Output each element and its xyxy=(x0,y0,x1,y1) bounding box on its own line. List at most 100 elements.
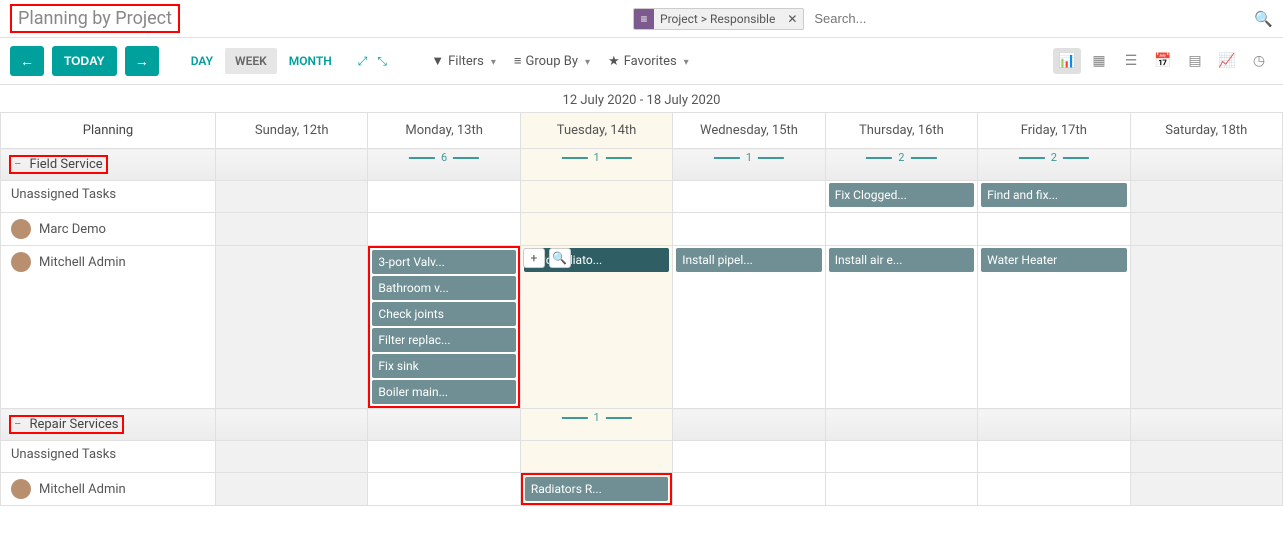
resource-row: Unassigned Tasks xyxy=(1,441,1283,473)
filters-dropdown[interactable]: ▼ Filters xyxy=(431,53,496,69)
gantt-cell[interactable] xyxy=(1130,246,1282,409)
gantt-cell[interactable] xyxy=(673,213,825,246)
row-label[interactable]: Unassigned Tasks xyxy=(1,441,215,468)
collapse-icon[interactable]: ⤡ xyxy=(377,54,387,69)
task-pill[interactable]: Install air e... xyxy=(829,248,974,272)
scale-group: DAY WEEK MONTH xyxy=(181,48,342,74)
view-kanban-icon[interactable]: ▦ xyxy=(1085,48,1113,74)
gantt-cell[interactable] xyxy=(520,213,672,246)
gantt-cell[interactable] xyxy=(520,181,672,213)
gantt-cell[interactable] xyxy=(978,473,1130,506)
day-header: Saturday, 18th xyxy=(1130,113,1282,149)
task-pill[interactable]: Boiler main... xyxy=(372,380,515,404)
avatar xyxy=(11,219,31,239)
gantt-cell[interactable] xyxy=(673,473,825,506)
scale-week[interactable]: WEEK xyxy=(225,48,277,74)
gantt-cell[interactable] xyxy=(368,473,520,506)
gantt-cell[interactable]: Fix Clogged... xyxy=(825,181,977,213)
view-graph-icon[interactable]: 📈 xyxy=(1213,48,1241,74)
facet-text: Project > Responsible xyxy=(654,10,781,28)
add-icon[interactable]: + xyxy=(523,248,545,268)
view-activity-icon[interactable]: ◷ xyxy=(1245,48,1273,74)
count-marker: 1 xyxy=(561,151,631,164)
group-row[interactable]: Field Service61122 xyxy=(1,149,1283,181)
gantt-cell[interactable] xyxy=(216,473,368,506)
group-row[interactable]: Repair Services1 xyxy=(1,409,1283,441)
close-icon[interactable]: ✕ xyxy=(781,12,803,26)
favorites-dropdown[interactable]: ★ Favorites xyxy=(608,53,689,69)
row-label[interactable]: Mitchell Admin xyxy=(1,246,215,278)
search-icon[interactable]: 🔍 xyxy=(1254,10,1273,28)
gantt-cell[interactable] xyxy=(1130,441,1282,473)
day-header: Thursday, 16th xyxy=(825,113,977,149)
day-header: Wednesday, 15th xyxy=(673,113,825,149)
task-pill[interactable]: Water Heater xyxy=(981,248,1126,272)
top-bar: Planning by Project ≡ Project > Responsi… xyxy=(0,0,1283,38)
task-pill[interactable]: Install pipel... xyxy=(676,248,821,272)
scale-month[interactable]: MONTH xyxy=(279,48,342,74)
gantt-cell[interactable] xyxy=(825,441,977,473)
mid-tools: ▼ Filters ≡ Group By ★ Favorites xyxy=(431,53,688,69)
task-pill[interactable]: 3-port Valv... xyxy=(372,250,515,274)
gantt-grid: 12 July 2020 - 18 July 2020 PlanningSund… xyxy=(0,85,1283,506)
gantt-cell[interactable] xyxy=(368,213,520,246)
resource-row: Unassigned Tasks Fix Clogged... Find and f… xyxy=(1,181,1283,213)
gantt-cell[interactable]: Install pipel... xyxy=(673,246,825,409)
view-list-icon[interactable]: ☰ xyxy=(1117,48,1145,74)
task-pill[interactable]: Fix sink xyxy=(372,354,515,378)
gantt-cell[interactable] xyxy=(368,441,520,473)
gantt-cell[interactable] xyxy=(825,473,977,506)
view-pivot-icon[interactable]: ▤ xyxy=(1181,48,1209,74)
gantt-cell[interactable] xyxy=(1130,473,1282,506)
gantt-cell[interactable] xyxy=(216,213,368,246)
view-gantt-icon[interactable]: 📊 xyxy=(1053,48,1081,74)
gantt-cell[interactable]: Install air e... xyxy=(825,246,977,409)
task-pill[interactable]: Find and fix... xyxy=(981,183,1126,207)
task-pill[interactable]: Fix Clogged... xyxy=(829,183,974,207)
search-area: ≡ Project > Responsible ✕ 🔍 xyxy=(633,7,1273,30)
row-label[interactable]: Unassigned Tasks xyxy=(1,181,215,208)
gantt-cell[interactable] xyxy=(216,441,368,473)
gantt-cell[interactable] xyxy=(1130,181,1282,213)
gantt-cell[interactable]: +🔍Two radiato... xyxy=(520,246,672,409)
day-header: Monday, 13th xyxy=(368,113,520,149)
gantt-cell[interactable] xyxy=(520,441,672,473)
gantt-cell[interactable] xyxy=(978,441,1130,473)
task-pill[interactable]: Check joints xyxy=(372,302,515,326)
task-pill[interactable]: Filter replac... xyxy=(372,328,515,352)
count-marker: 6 xyxy=(409,151,479,164)
gantt-cell[interactable]: 3-port Valv...Bathroom v...Check jointsF… xyxy=(368,246,520,409)
gantt-cell[interactable] xyxy=(978,213,1130,246)
prev-button[interactable]: ← xyxy=(10,46,44,76)
search-input[interactable] xyxy=(810,7,1248,30)
count-marker: 2 xyxy=(1019,151,1089,164)
gantt-cell[interactable]: Find and fix... xyxy=(978,181,1130,213)
today-button[interactable]: TODAY xyxy=(52,46,117,76)
day-header: Friday, 17th xyxy=(978,113,1130,149)
gantt-cell[interactable] xyxy=(1130,213,1282,246)
search-facet[interactable]: ≡ Project > Responsible ✕ xyxy=(633,8,804,30)
zoom-icon[interactable]: 🔍 xyxy=(549,248,571,268)
groupby-dropdown[interactable]: ≡ Group By xyxy=(514,53,590,69)
next-button[interactable]: → xyxy=(125,46,159,76)
row-label[interactable]: Mitchell Admin xyxy=(1,473,215,505)
task-pill[interactable]: Bathroom v... xyxy=(372,276,515,300)
avatar xyxy=(11,479,31,499)
gantt-cell[interactable]: Radiators R... xyxy=(520,473,672,506)
expand-icon[interactable]: ⤢ xyxy=(358,54,368,69)
scale-day[interactable]: DAY xyxy=(181,48,223,74)
gantt-cell[interactable]: Water Heater xyxy=(978,246,1130,409)
gantt-cell[interactable] xyxy=(673,181,825,213)
gantt-cell[interactable] xyxy=(216,246,368,409)
toolbar: ← TODAY → DAY WEEK MONTH ⤢ ⤡ ▼ Filters ≡… xyxy=(0,38,1283,85)
gantt-cell[interactable] xyxy=(216,181,368,213)
gantt-cell[interactable] xyxy=(673,441,825,473)
avatar xyxy=(11,252,31,272)
task-pill[interactable]: Radiators R... xyxy=(525,477,668,501)
list-icon: ≡ xyxy=(634,9,654,29)
gantt-cell[interactable] xyxy=(825,213,977,246)
gantt-cell[interactable] xyxy=(368,181,520,213)
row-label[interactable]: Marc Demo xyxy=(1,213,215,245)
count-marker: 1 xyxy=(714,151,784,164)
view-calendar-icon[interactable]: 📅 xyxy=(1149,48,1177,74)
